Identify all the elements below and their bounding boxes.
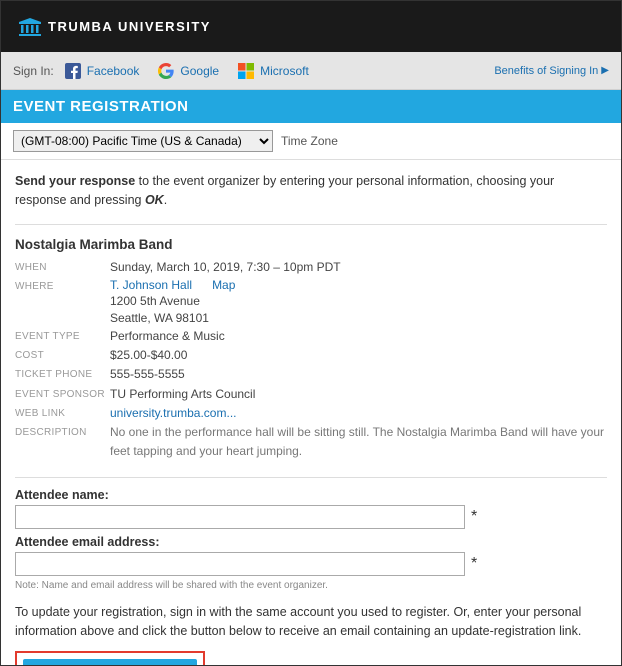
brand-text: TRUMBA UNIVERSITY <box>48 19 211 34</box>
eventtype-label: EVENT TYPE <box>15 327 110 346</box>
signin-facebook[interactable]: Facebook <box>64 62 140 80</box>
description-value: No one in the performance hall will be s… <box>110 423 607 461</box>
signin-facebook-label: Facebook <box>87 64 140 78</box>
attendee-name-label: Attendee name: <box>15 488 607 502</box>
where-label: WHERE <box>15 277 110 327</box>
signin-google[interactable]: Google <box>157 62 219 80</box>
google-icon <box>157 62 175 80</box>
event-title: Nostalgia Marimba Band <box>15 237 607 252</box>
app-header: TRUMBA UNIVERSITY <box>1 1 621 52</box>
weblink-value[interactable]: university.trumba.com... <box>110 406 236 420</box>
timezone-select[interactable]: (GMT-08:00) Pacific Time (US & Canada) <box>13 130 273 152</box>
update-text: To update your registration, sign in wit… <box>15 603 607 641</box>
facebook-icon <box>64 62 82 80</box>
timezone-label: Time Zone <box>281 134 338 148</box>
eventtype-value: Performance & Music <box>110 327 607 346</box>
venue-link[interactable]: T. Johnson Hall <box>110 278 192 292</box>
where-value: T. Johnson Hall Map 1200 5th Avenue Seat… <box>110 277 607 327</box>
page-title: EVENT REGISTRATION <box>1 90 621 123</box>
cost-value: $25.00-$40.00 <box>110 346 607 365</box>
signin-microsoft[interactable]: Microsoft <box>237 62 309 80</box>
attendee-email-input[interactable] <box>15 552 465 576</box>
weblink-label: WEB LINK <box>15 404 110 423</box>
email-button-highlight: ✔ Email Registration Link <box>15 651 205 666</box>
email-registration-button[interactable]: ✔ Email Registration Link <box>23 659 197 666</box>
signin-microsoft-label: Microsoft <box>260 64 309 78</box>
signin-label: Sign In: <box>13 64 54 78</box>
sponsor-label: EVENT SPONSOR <box>15 385 110 404</box>
microsoft-icon <box>237 62 255 80</box>
event-card: Nostalgia Marimba Band WHENSunday, March… <box>15 224 607 472</box>
ticketphone-value: 555-555-5555 <box>110 365 607 384</box>
when-value: Sunday, March 10, 2019, 7:30 – 10pm PDT <box>110 258 607 277</box>
logo-icon <box>19 18 41 36</box>
sponsor-value: TU Performing Arts Council <box>110 385 607 404</box>
signin-bar: Sign In: Facebook Google Microsoft Benef… <box>1 52 621 90</box>
description-label: DESCRIPTION <box>15 423 110 461</box>
required-mark: * <box>471 508 477 526</box>
when-label: WHEN <box>15 258 110 277</box>
map-link[interactable]: Map <box>212 278 235 292</box>
attendee-name-input[interactable] <box>15 505 465 529</box>
benefits-link[interactable]: Benefits of Signing In ▶ <box>494 65 609 77</box>
chevron-right-icon: ▶ <box>601 65 609 76</box>
intro-text: Send your response to the event organize… <box>15 172 607 210</box>
cost-label: COST <box>15 346 110 365</box>
ticketphone-label: TICKET PHONE <box>15 365 110 384</box>
form-section: Attendee name: * Attendee email address:… <box>15 477 607 666</box>
attendee-email-label: Attendee email address: <box>15 535 607 549</box>
share-note: Note: Name and email address will be sha… <box>15 580 607 591</box>
timezone-row: (GMT-08:00) Pacific Time (US & Canada) T… <box>1 123 621 160</box>
signin-google-label: Google <box>180 64 219 78</box>
required-mark: * <box>471 555 477 573</box>
